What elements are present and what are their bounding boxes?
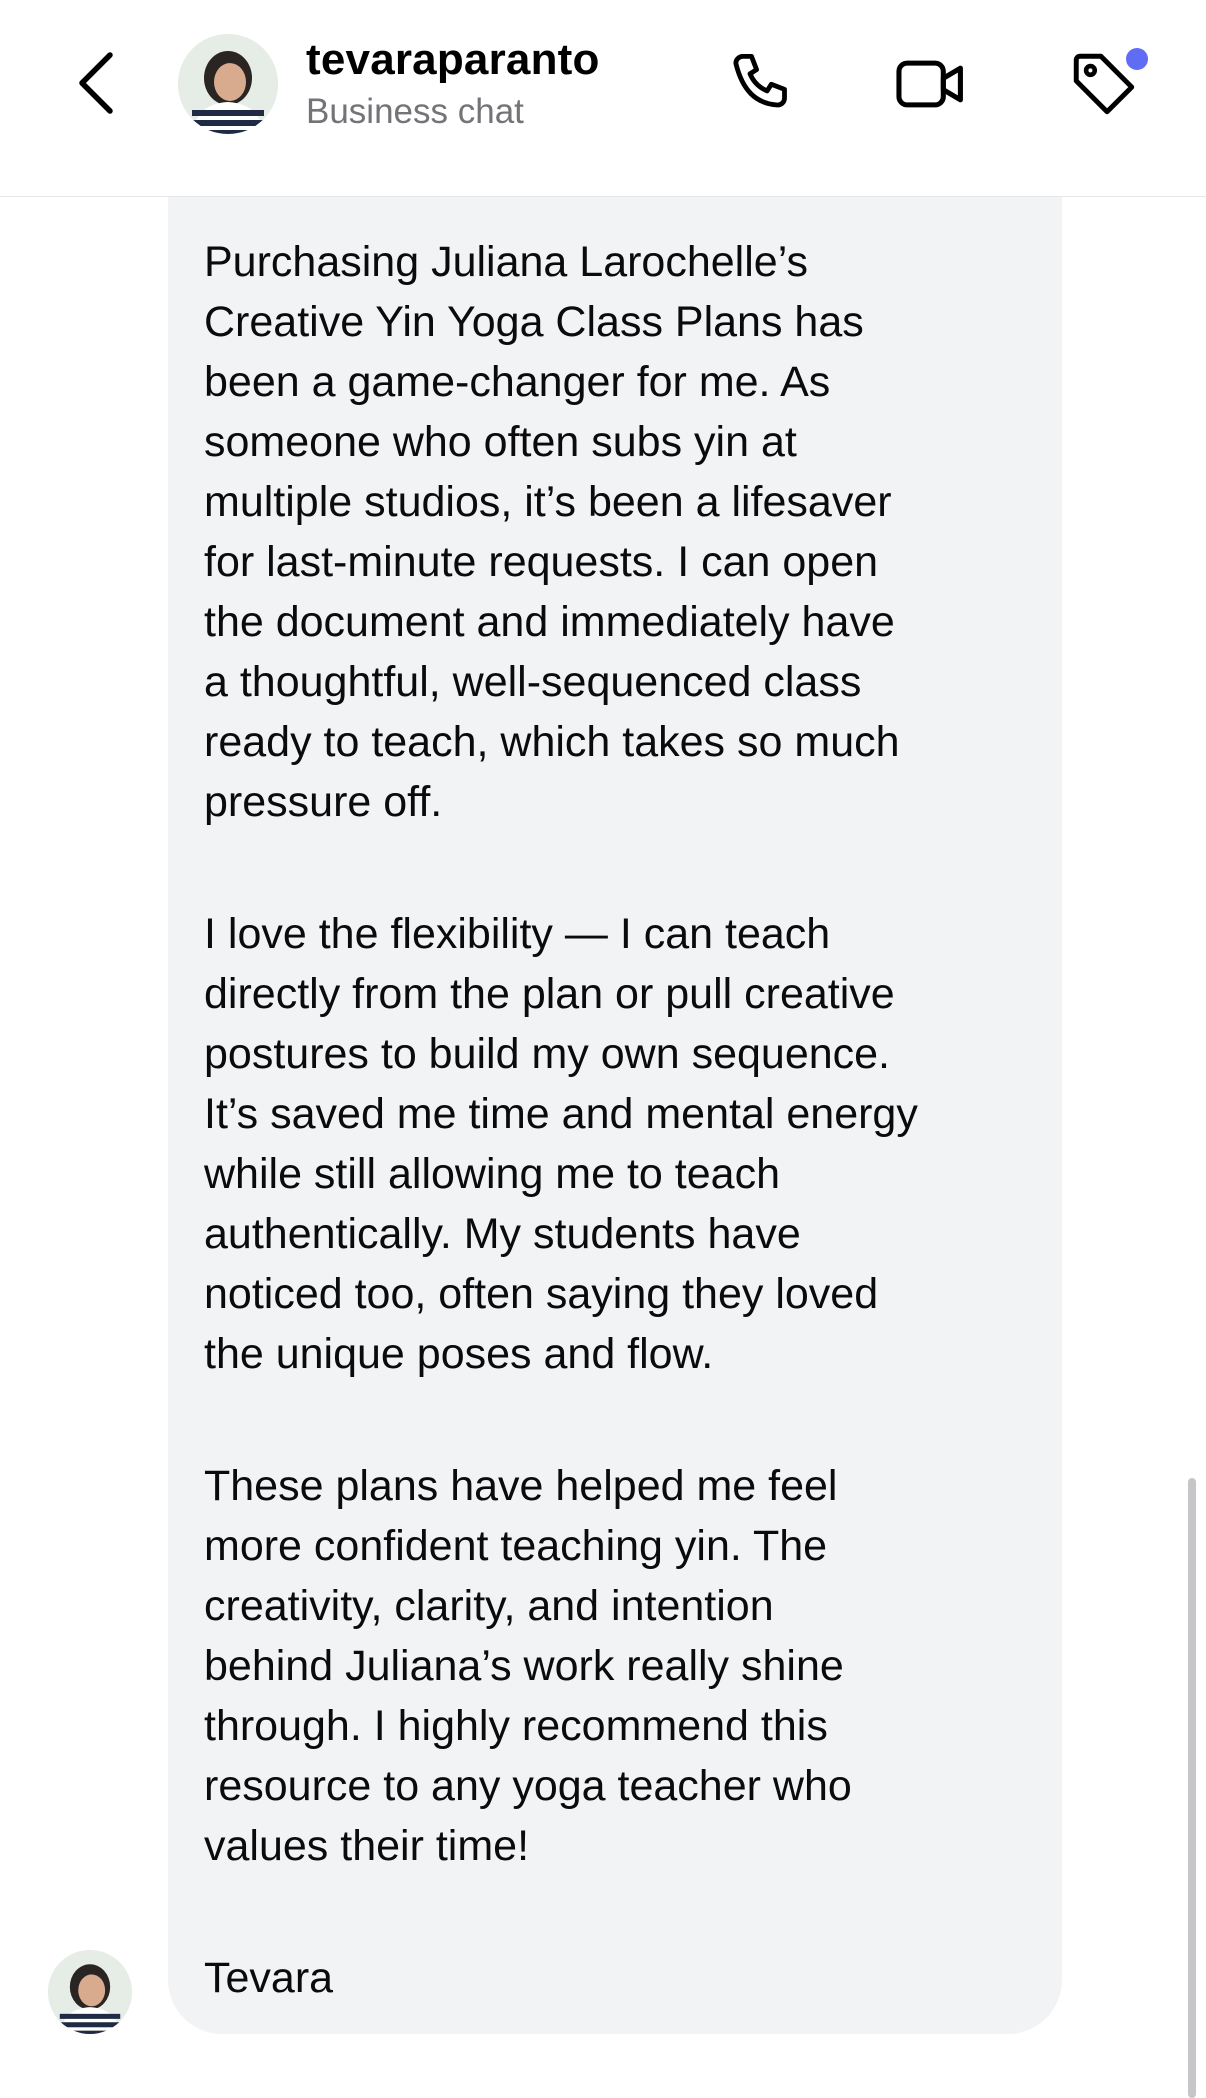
message-paragraph: I love the flexibility — I can teach dir… [204,910,918,1378]
message-bubble[interactable]: Purchasing Juliana Larochelle’s Creative… [168,140,1062,2034]
phone-icon [733,54,787,108]
notification-dot [1126,48,1148,70]
message-paragraph: These plans have helped me feel more con… [204,1462,852,1870]
message-paragraph: Purchasing Juliana Larochelle’s Creative… [204,238,900,826]
chevron-left-icon [79,52,113,114]
video-camera-icon [896,60,963,108]
username: tevaraparanto [306,35,600,84]
sender-avatar[interactable] [48,1950,132,2034]
chat-title[interactable]: tevaraparanto Business chat [306,34,600,134]
chat-type-label: Business chat [306,92,524,131]
back-button[interactable] [68,50,124,116]
call-button[interactable] [722,44,802,124]
avatar[interactable] [178,34,278,134]
video-call-button[interactable] [890,44,970,124]
message-signature: Tevara [204,1954,334,2002]
chat-header: tevaraparanto Business chat [0,0,1206,197]
scrollbar[interactable] [1188,1478,1196,2098]
